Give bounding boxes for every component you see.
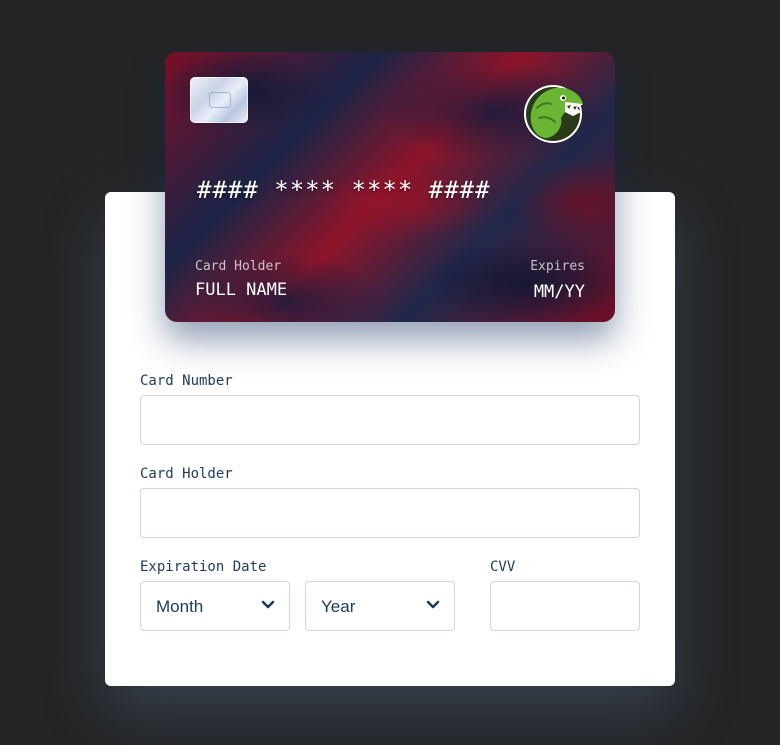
cvv-input[interactable] bbox=[490, 581, 640, 631]
month-select-value: Month bbox=[156, 597, 204, 616]
cvv-label: CVV bbox=[490, 559, 516, 575]
chevron-down-icon bbox=[261, 600, 275, 609]
dinosaur-logo-icon bbox=[524, 85, 583, 143]
year-select-value: Year bbox=[321, 597, 356, 616]
card-expires-value: MM/YY bbox=[533, 282, 585, 302]
card-holder-caption: Card Holder bbox=[195, 259, 282, 274]
chevron-down-icon bbox=[426, 600, 440, 609]
year-select[interactable]: Year bbox=[305, 581, 455, 631]
card-chip-icon bbox=[190, 77, 248, 123]
card-holder-name: FULL NAME bbox=[195, 280, 288, 300]
card-number-input[interactable] bbox=[140, 395, 640, 445]
credit-card-preview: #### **** **** #### Card Holder FULL NAM… bbox=[165, 52, 615, 322]
month-select[interactable]: Month bbox=[140, 581, 290, 631]
card-holder-input[interactable] bbox=[140, 488, 640, 538]
expiration-date-label: Expiration Date bbox=[140, 559, 267, 575]
card-holder-label: Card Holder bbox=[140, 466, 233, 482]
card-number-label: Card Number bbox=[140, 373, 233, 389]
card-number-display: #### **** **** #### bbox=[197, 176, 491, 204]
card-expires-caption: Expires bbox=[530, 259, 585, 274]
